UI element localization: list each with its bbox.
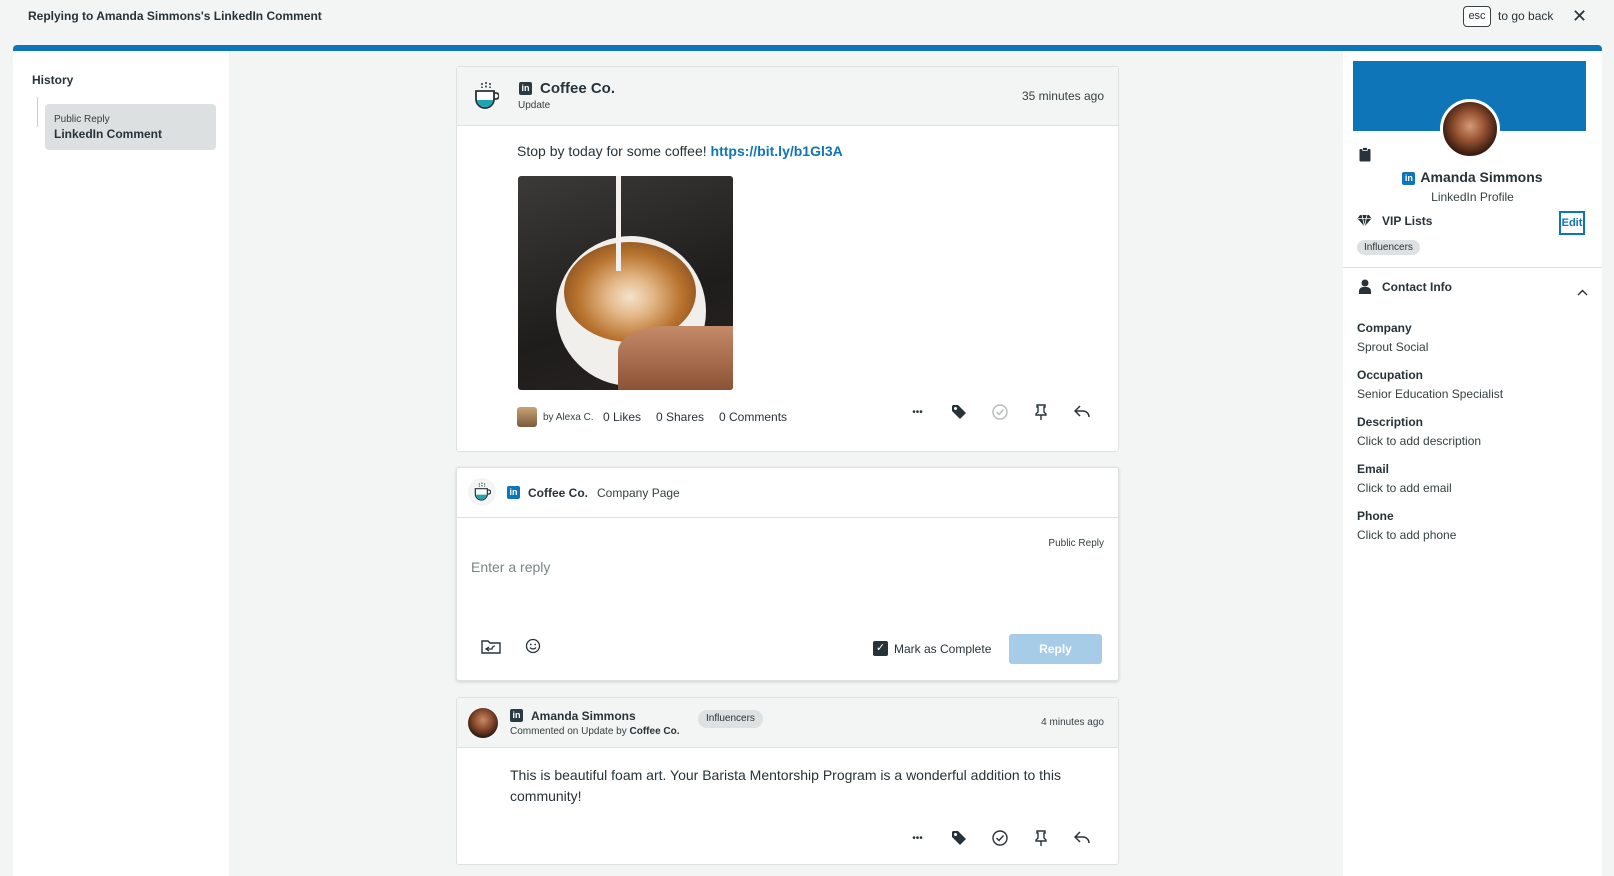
more-icon[interactable]: ••• [897, 400, 938, 424]
page-title: Replying to Amanda Simmons's LinkedIn Co… [28, 9, 322, 23]
composer-author: Coffee Co. [528, 486, 588, 500]
history-item-title: LinkedIn Comment [54, 127, 163, 141]
go-back-label: to go back [1498, 9, 1554, 23]
profile-name-text: Amanda Simmons [1420, 169, 1543, 185]
history-heading: History [32, 73, 74, 87]
composer-page-type: Company Page [597, 486, 680, 500]
post-actions: ••• [897, 400, 1102, 424]
occupation-value[interactable]: Senior Education Specialist [1357, 387, 1503, 401]
tag-icon[interactable] [938, 826, 979, 850]
tag-icon[interactable] [938, 400, 979, 424]
reply-icon[interactable] [1061, 826, 1102, 850]
post-text: Stop by today for some coffee! https://b… [517, 143, 843, 159]
history-item-type: Public Reply [54, 114, 110, 125]
comment-meta-target: Coffee Co. [629, 726, 680, 737]
coffee-cup-icon [474, 482, 491, 501]
comment-tag[interactable]: Influencers [698, 710, 763, 728]
commenter-avatar[interactable] [468, 708, 498, 738]
comment-meta-prefix: Commented on Update by [510, 726, 627, 737]
diamond-icon [1357, 214, 1372, 232]
comment-header: in Amanda Simmons Commented on Update by… [457, 698, 1118, 748]
complete-check-icon[interactable] [979, 826, 1020, 850]
history-item[interactable]: Public Reply LinkedIn Comment [45, 104, 216, 150]
milk-stream-shape [616, 176, 621, 271]
description-label: Description [1357, 415, 1424, 429]
linkedin-icon: in [1402, 171, 1416, 185]
vip-lists-label: VIP Lists [1382, 214, 1433, 228]
comment-card: in Amanda Simmons Commented on Update by… [456, 697, 1119, 865]
post-author[interactable]: Coffee Co. [540, 80, 615, 97]
post-comments[interactable]: 0 Comments [719, 410, 787, 424]
post-byline: by Alexa C. [543, 412, 594, 423]
profile-avatar [1440, 99, 1500, 159]
composer-header: in Coffee Co. Company Page [457, 468, 1118, 518]
occupation-label: Occupation [1357, 368, 1424, 382]
saved-reply-icon[interactable] [481, 638, 501, 659]
comment-text: This is beautiful foam art. Your Barista… [510, 767, 1061, 804]
esc-key-hint[interactable]: esc [1463, 6, 1491, 27]
company-value[interactable]: Sprout Social [1357, 340, 1428, 354]
mark-complete-label[interactable]: Mark as Complete [894, 642, 991, 656]
linkedin-icon: in [519, 82, 532, 95]
pin-icon[interactable] [1020, 400, 1061, 424]
linkedin-icon: in [507, 486, 520, 499]
contact-info-heading[interactable]: Contact Info [1382, 280, 1452, 294]
reply-icon[interactable] [1061, 400, 1102, 424]
chevron-up-icon[interactable] [1577, 283, 1588, 301]
post-time: 35 minutes ago [1021, 89, 1104, 103]
post-likes[interactable]: 0 Likes [603, 410, 641, 424]
vip-tag[interactable]: Influencers [1357, 240, 1420, 255]
close-icon[interactable]: ✕ [1572, 6, 1587, 26]
profile-name: in Amanda Simmons [1343, 169, 1602, 185]
more-icon[interactable]: ••• [897, 826, 938, 850]
phone-value[interactable]: Click to add phone [1357, 528, 1456, 542]
profile-divider [1343, 267, 1602, 268]
description-value[interactable]: Click to add description [1357, 434, 1481, 448]
email-label: Email [1357, 462, 1390, 476]
clipboard-icon[interactable] [1359, 147, 1371, 167]
history-timeline-line [37, 97, 38, 127]
post-shares[interactable]: 0 Shares [656, 410, 704, 424]
company-label: Company [1357, 321, 1412, 335]
phone-label: Phone [1357, 509, 1394, 523]
top-bar: Replying to Amanda Simmons's LinkedIn Co… [0, 0, 1614, 45]
reply-input[interactable]: Enter a reply [471, 559, 550, 575]
author-avatar [517, 407, 537, 427]
post-image[interactable] [518, 176, 733, 390]
mark-complete-checkbox[interactable]: ✓ [873, 641, 888, 656]
hand-shape [618, 326, 733, 390]
post-header: in Coffee Co. Update 35 minutes ago [457, 67, 1118, 126]
person-icon [1359, 279, 1371, 299]
comment-actions: ••• [897, 826, 1102, 850]
comment-time: 4 minutes ago [1041, 717, 1104, 728]
post-card: in Coffee Co. Update 35 minutes ago Stop… [456, 66, 1119, 452]
history-sidebar: History Public Reply LinkedIn Comment [13, 51, 229, 876]
pin-icon[interactable] [1020, 826, 1061, 850]
post-type: Update [518, 100, 551, 111]
complete-check-icon[interactable] [979, 400, 1020, 424]
vip-edit-button[interactable]: Edit [1559, 211, 1585, 235]
post-body: Stop by today for some coffee! [517, 143, 707, 159]
linkedin-icon: in [510, 709, 523, 722]
email-value[interactable]: Click to add email [1357, 481, 1452, 495]
emoji-icon[interactable] [525, 638, 541, 659]
commenter-name[interactable]: Amanda Simmons [531, 709, 636, 723]
profile-panel: in Amanda Simmons LinkedIn Profile VIP Li… [1343, 51, 1602, 876]
reply-type-label[interactable]: Public Reply [1048, 538, 1104, 549]
profile-subtitle: LinkedIn Profile [1431, 190, 1514, 204]
coffee-cup-icon [475, 82, 499, 109]
comment-meta: Commented on Update by Coffee Co. [510, 726, 680, 737]
composer-avatar [468, 478, 496, 506]
reply-button[interactable]: Reply [1009, 634, 1102, 664]
post-link[interactable]: https://bit.ly/b1Gl3A [711, 143, 843, 159]
